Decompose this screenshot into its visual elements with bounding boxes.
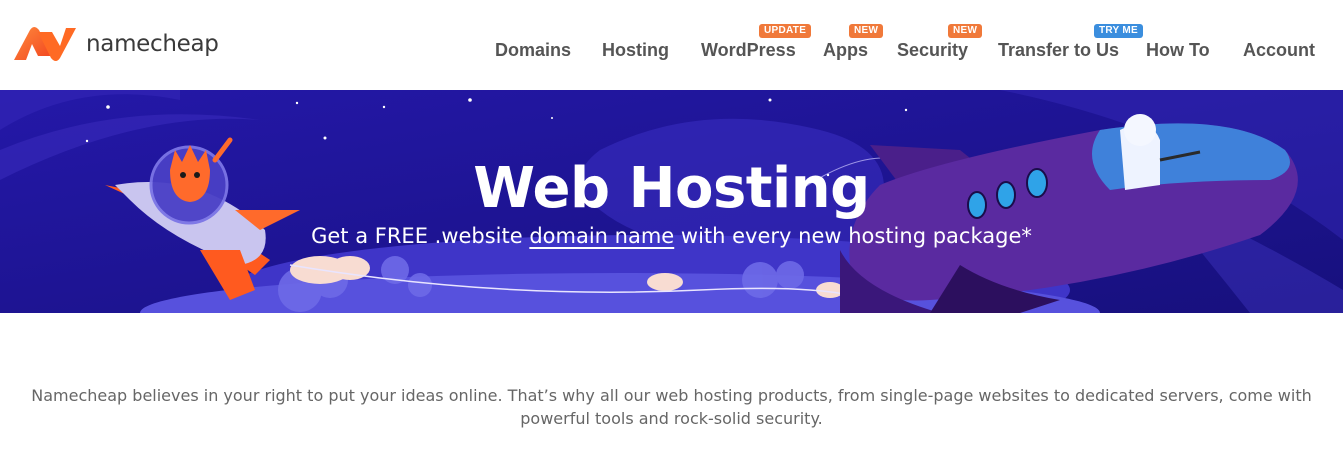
badge-update: UPDATE — [759, 24, 812, 38]
intro-line-1: Namecheap believes in your right to put … — [31, 386, 1312, 405]
badge-new-apps: NEW — [849, 24, 884, 38]
intro-text: Namecheap believes in your right to put … — [0, 384, 1343, 430]
nav-wordpress[interactable]: WordPress — [701, 40, 796, 61]
nav-hosting[interactable]: Hosting — [602, 40, 669, 61]
hero-subtitle: Get a FREE .website domain name with eve… — [0, 224, 1343, 248]
badge-try-me: TRY ME — [1094, 24, 1144, 38]
domain-name-link[interactable]: domain name — [529, 224, 674, 248]
nav-domains[interactable]: Domains — [495, 40, 571, 61]
nav-account[interactable]: Account — [1243, 40, 1315, 61]
badge-new-security: NEW — [948, 24, 983, 38]
nav-transfer-to-us[interactable]: Transfer to Us — [998, 40, 1119, 61]
nav-security[interactable]: Security — [897, 40, 968, 61]
brand-name: namecheap — [86, 31, 219, 57]
nav-how-to[interactable]: How To — [1146, 40, 1210, 61]
hero-banner: Web Hosting Get a FREE .website domain n… — [0, 90, 1343, 313]
hero-title: Web Hosting — [473, 156, 870, 221]
hero-subtitle-prefix: Get a FREE .website — [311, 224, 530, 248]
namecheap-logo[interactable]: namecheap — [12, 24, 219, 64]
hero-subtitle-suffix: with every new hosting package* — [674, 224, 1032, 248]
namecheap-logo-icon — [14, 27, 76, 61]
intro-line-2: powerful tools and rock-solid security. — [520, 409, 823, 428]
site-header: namecheap Domains Hosting UPDATE WordPre… — [0, 0, 1343, 90]
nav-apps[interactable]: Apps — [823, 40, 868, 61]
